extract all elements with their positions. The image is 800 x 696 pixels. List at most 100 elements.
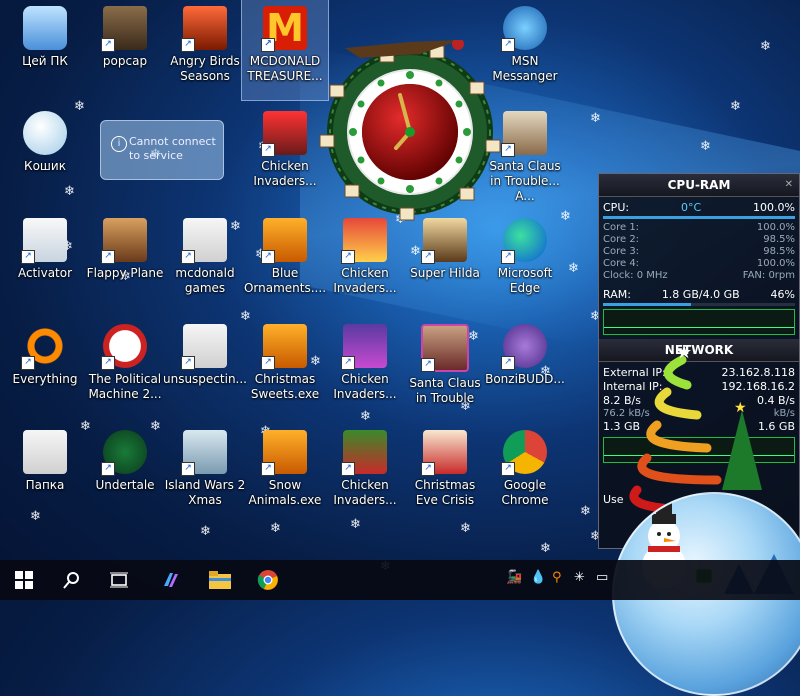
- desktop-icon[interactable]: ↗ Chicken Invaders...: [322, 318, 408, 418]
- ram-row: RAM: 1.8 GB/4.0 GB 46%: [599, 288, 799, 302]
- desktop-icon[interactable]: ↗ Santa Claus in Trouble... A...: [482, 105, 568, 205]
- desktop-icon-label: Christmas Sweets.exe: [250, 372, 320, 401]
- shortcut-arrow-icon: ↗: [101, 38, 115, 52]
- desktop-icon-label: Microsoft Edge: [497, 266, 553, 295]
- shortcut-arrow-icon: ↗: [101, 250, 115, 264]
- desktop-icon[interactable]: ↗ Google Chrome: [482, 424, 568, 524]
- tray-app-icon[interactable]: 🚂: [506, 570, 522, 585]
- desktop-icon[interactable]: ↗ Snow Animals.exe: [242, 424, 328, 524]
- everything-icon: ↗: [21, 324, 67, 370]
- shortcut-arrow-icon: ↗: [341, 462, 355, 476]
- core-row: Core 4: 100.0%: [599, 258, 799, 270]
- total-sent: 1.6 GB: [757, 420, 795, 433]
- santa-claus-trouble-icon: ↗: [421, 324, 469, 372]
- desktop-icon[interactable]: ↗ Island Wars 2 Xmas: [162, 424, 248, 524]
- desktop-icon[interactable]: Папка: [2, 424, 88, 524]
- desktop-icon[interactable]: ↗ MSN Messanger: [482, 0, 568, 100]
- tray-network-icon[interactable]: ▭: [596, 570, 608, 585]
- shortcut-arrow-icon: ↗: [421, 358, 435, 372]
- snowflake-icon: ❄: [540, 541, 551, 556]
- tray-drop-icon[interactable]: 💧: [530, 570, 546, 585]
- desktop-icon[interactable]: ↗ Activator: [2, 212, 88, 312]
- desktop-icon-label: Activator: [17, 266, 73, 280]
- desktop-icon[interactable]: ↗ Everything: [2, 318, 88, 418]
- clock-speed: Clock: 0 MHz: [603, 270, 668, 281]
- shortcut-arrow-icon: ↗: [421, 462, 435, 476]
- desktop-icon[interactable]: ↗ BonziBUDD...: [482, 318, 568, 418]
- desktop-icon[interactable]: ↗ Undertale: [82, 424, 168, 524]
- desktop-icon[interactable]: ↗ Chicken Invaders...: [322, 212, 408, 312]
- upload-rate: 0.4 B/s: [757, 394, 795, 407]
- unsuspecting-folder-icon: ↗: [181, 324, 227, 370]
- desktop-icon-label: Angry Birds Seasons: [170, 54, 240, 83]
- chicken-invaders-icon: ↗: [341, 430, 387, 476]
- shortcut-arrow-icon: ↗: [501, 38, 515, 52]
- windows-icon[interactable]: [6, 564, 42, 596]
- snowflake-icon: ❄: [580, 504, 591, 519]
- core-value: 100.0%: [756, 258, 795, 269]
- desktop-icon-label: BonziBUDD...: [485, 372, 565, 386]
- desktop-icon[interactable]: ↗ mcdonald games: [162, 212, 248, 312]
- snowflake-icon: ❄: [590, 111, 601, 126]
- desktop-icon[interactable]: ↗ Flappy Plane: [82, 212, 168, 312]
- blue-ornaments-icon: ↗: [261, 218, 307, 264]
- shortcut-arrow-icon: ↗: [261, 38, 275, 52]
- flappy-plane-icon: ↗: [101, 218, 147, 264]
- core-label: Core 2:: [603, 234, 640, 245]
- tray-search-icon[interactable]: ⚲: [552, 570, 562, 585]
- desktop-icon[interactable]: Кошик: [2, 105, 88, 205]
- microsoft-edge-icon: ↗: [501, 218, 547, 264]
- search-icon[interactable]: [54, 564, 90, 596]
- desktop-icon[interactable]: ↗ Santa Claus in Trouble: [402, 318, 488, 418]
- shortcut-arrow-icon: ↗: [21, 250, 35, 264]
- desktop-icon-label: Flappy Plane: [86, 266, 164, 280]
- msn-messenger-icon: ↗: [501, 6, 547, 52]
- notification-toast[interactable]: i Cannot connect to service: [100, 120, 224, 180]
- mcdonald-games-folder-icon: ↗: [181, 218, 227, 264]
- task-view-icon[interactable]: [101, 564, 137, 596]
- desktop-icon-label: popcap: [102, 54, 148, 68]
- undertale-icon: ↗: [101, 430, 147, 476]
- desktop-icon[interactable]: ↗ Chicken Invaders...: [322, 424, 408, 524]
- shortcut-arrow-icon: ↗: [261, 250, 275, 264]
- cpu-bar: [603, 216, 795, 219]
- desktop-icon[interactable]: ↗ Super Hilda: [402, 212, 488, 312]
- desktop-icon[interactable]: ↗ Angry Birds Seasons: [162, 0, 248, 100]
- desktop-icon[interactable]: ↗ Chicken Invaders...: [242, 105, 328, 205]
- desktop-icon[interactable]: ↗ Blue Ornaments....: [242, 212, 328, 312]
- desktop-icon[interactable]: ↗ unsuspectin...: [162, 318, 248, 418]
- copilot-icon[interactable]: [153, 564, 189, 596]
- upload-rate-2: kB/s: [773, 408, 795, 419]
- desktop-icon[interactable]: M ↗ MCDONALD TREASURE...: [241, 0, 329, 101]
- shortcut-arrow-icon: ↗: [181, 356, 195, 370]
- desktop-icon-label: Undertale: [95, 478, 155, 492]
- desktop-icon-label: unsuspectin...: [162, 372, 247, 386]
- shortcut-arrow-icon: ↗: [261, 356, 275, 370]
- desktop-icon-label: Santa Claus in Trouble: [409, 376, 481, 405]
- chrome-icon[interactable]: [250, 564, 286, 596]
- desktop-icon[interactable]: ↗ Christmas Sweets.exe: [242, 318, 328, 418]
- ram-label: RAM:: [603, 288, 631, 301]
- desktop-icon-label: Christmas Eve Crisis: [414, 478, 476, 507]
- desktop-icon[interactable]: ↗ Microsoft Edge: [482, 212, 568, 312]
- desktop-icon[interactable]: ↗ Christmas Eve Crisis: [402, 424, 488, 524]
- desktop-icon-label: mcdonald games: [175, 266, 235, 295]
- snowflake-icon: ❄: [760, 39, 771, 54]
- desktop-icon[interactable]: Цей ПК: [2, 0, 88, 100]
- folder-icon[interactable]: [202, 564, 238, 596]
- shortcut-arrow-icon: ↗: [501, 250, 515, 264]
- super-hilda-icon: ↗: [421, 218, 467, 264]
- info-icon: i: [111, 136, 127, 152]
- clock-fan-row: Clock: 0 MHz FAN: 0rpm: [599, 270, 799, 282]
- ram-graph: [603, 309, 795, 335]
- tray-star-icon[interactable]: ✳: [574, 570, 585, 585]
- mcdonald-treasure-icon: M ↗: [261, 6, 307, 52]
- santa-claus-trouble-icon: ↗: [501, 111, 547, 157]
- desktop-icon-label: Everything: [12, 372, 78, 386]
- desktop-icon[interactable]: ↗ popcap: [82, 0, 168, 100]
- snow-animals-icon: ↗: [261, 430, 307, 476]
- desktop-icon-label: Кошик: [24, 159, 66, 173]
- google-chrome-icon: ↗: [501, 430, 547, 476]
- close-icon[interactable]: ✕: [785, 174, 793, 196]
- desktop-icon[interactable]: ↗ The Political Machine 2...: [82, 318, 168, 418]
